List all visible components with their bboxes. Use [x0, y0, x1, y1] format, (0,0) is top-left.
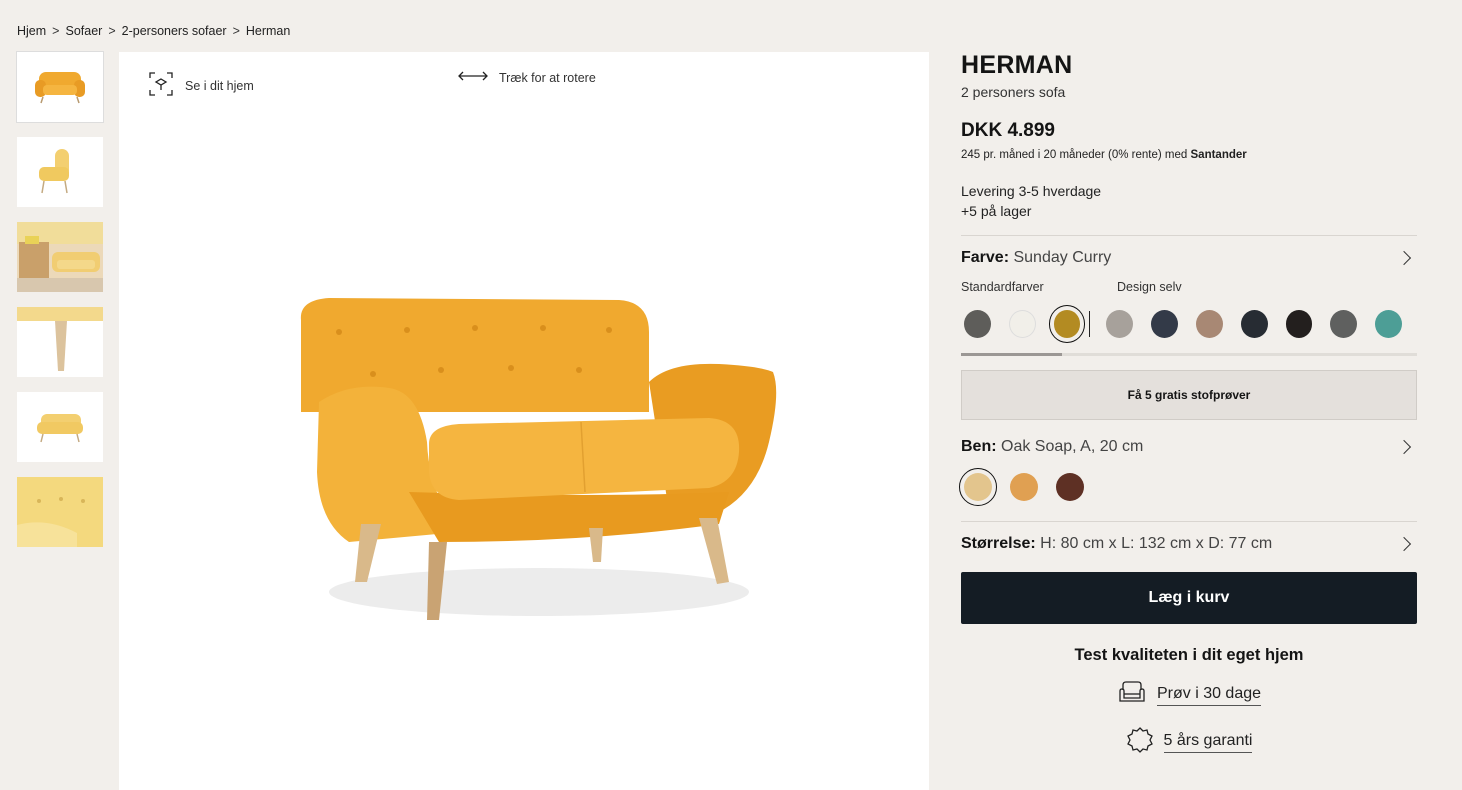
warranty-perk: 5 års garanti: [961, 726, 1417, 759]
trial-perk: Prøv i 30 dage: [961, 680, 1417, 711]
stock-status: +5 på lager: [961, 202, 1032, 219]
free-samples-button[interactable]: Få 5 gratis stofprøver: [961, 369, 1417, 420]
thumbnail-strip: [16, 51, 104, 547]
chevron-right-icon: [1396, 439, 1412, 454]
breadcrumb-current: Herman: [245, 24, 291, 38]
armchair-icon: [1117, 680, 1147, 711]
financing-info: 245 pr. måned i 20 måneder (0% rente) me…: [961, 149, 1417, 161]
swatch-scrollbar[interactable]: [961, 352, 1417, 356]
breadcrumb-2-seater-sofas[interactable]: 2-personers sofaer: [122, 24, 227, 38]
size-option-row[interactable]: Størrelse: H: 80 cm x L: 132 cm x D: 77 …: [961, 522, 1417, 566]
size-option-value: H: 80 cm x L: 132 cm x D: 77 cm: [1040, 534, 1273, 552]
breadcrumb: Hjem > Sofaer > 2-personers sofaer > Her…: [17, 24, 290, 38]
breadcrumb-home[interactable]: Hjem: [17, 24, 46, 38]
leg-swatch[interactable]: [1056, 472, 1084, 501]
color-swatch-list: [961, 304, 1417, 343]
leg-swatch[interactable]: [1010, 472, 1038, 501]
swatch-scrollbar-thumb[interactable]: [961, 352, 1062, 356]
color-swatch[interactable]: [1008, 309, 1036, 338]
leg-swatch-selected[interactable]: [959, 467, 997, 506]
financing-partner: Santander: [1190, 148, 1247, 161]
view-in-home-label: Se i dit hjem: [185, 78, 254, 93]
product-3d-viewer[interactable]: Se i dit hjem Træk for at rotere: [119, 52, 929, 790]
color-option-label: Farve:: [961, 248, 1010, 266]
thumbnail-leg-detail[interactable]: [17, 307, 103, 377]
product-title: HERMAN: [961, 51, 1073, 79]
warranty-link[interactable]: 5 års garanti: [1163, 732, 1253, 753]
color-swatch[interactable]: [1330, 309, 1358, 338]
swatch-group-divider: [1089, 310, 1091, 337]
breadcrumb-separator: >: [108, 24, 116, 38]
financing-text: 245 pr. måned i 20 måneder (0% rente) me…: [961, 148, 1188, 161]
color-swatch[interactable]: [1195, 309, 1223, 338]
thumbnail-angle-view[interactable]: [17, 392, 103, 462]
color-swatch[interactable]: [1285, 309, 1313, 338]
color-swatch-selected[interactable]: [1048, 304, 1086, 343]
color-swatch[interactable]: [1151, 309, 1178, 338]
view-in-home-button[interactable]: Se i dit hjem: [147, 70, 254, 101]
custom-design-heading: Design selv: [1117, 279, 1182, 294]
rotate-hint: Træk for at rotere: [457, 70, 596, 85]
product-subtitle: 2 personers sofa: [961, 83, 1066, 100]
add-to-cart-button[interactable]: Læg i kurv: [961, 571, 1417, 624]
standard-colors-heading: Standardfarver: [961, 279, 1044, 294]
trial-link[interactable]: Prøv i 30 dage: [1156, 685, 1262, 706]
chevron-right-icon: [1396, 536, 1412, 551]
color-swatch[interactable]: [964, 309, 991, 338]
legs-option-value: Oak Soap, A, 20 cm: [1001, 437, 1144, 455]
thumbnail-front-view[interactable]: [16, 51, 104, 123]
product-price: DKK 4.899: [961, 119, 1055, 141]
color-option-row[interactable]: Farve: Sunday Curry: [961, 236, 1417, 280]
quality-heading: Test kvaliteten i dit eget hjem: [1074, 645, 1304, 664]
product-details-panel: HERMAN 2 personers sofa DKK 4.899 245 pr…: [959, 51, 1417, 759]
double-arrow-icon: [457, 70, 489, 85]
sofa-image: [300, 298, 777, 620]
size-option-label: Størrelse:: [961, 534, 1036, 552]
thumbnail-room-view[interactable]: [17, 222, 103, 292]
ar-cube-icon: [147, 70, 175, 101]
thumbnail-side-view[interactable]: [17, 137, 103, 207]
color-swatch[interactable]: [1106, 309, 1134, 338]
chevron-right-icon: [1396, 250, 1412, 265]
legs-option-row[interactable]: Ben: Oak Soap, A, 20 cm: [961, 425, 1417, 469]
legs-option-label: Ben:: [961, 437, 997, 455]
thumbnail-fabric-closeup[interactable]: [17, 477, 103, 547]
swatch-group-headings: Standardfarver Design selv: [961, 280, 1417, 294]
delivery-time: Levering 3-5 hverdage: [961, 182, 1102, 199]
legs-swatch-list: [959, 467, 1417, 506]
breadcrumb-sofas[interactable]: Sofaer: [65, 24, 102, 38]
color-option-value: Sunday Curry: [1013, 248, 1112, 266]
breadcrumb-separator: >: [232, 24, 240, 38]
rotate-hint-label: Træk for at rotere: [499, 70, 596, 85]
breadcrumb-separator: >: [52, 24, 60, 38]
color-swatch[interactable]: [1240, 309, 1268, 338]
badge-seal-icon: [1126, 726, 1154, 759]
color-swatch[interactable]: [1375, 309, 1402, 338]
delivery-info: Levering 3-5 hverdage +5 på lager: [961, 181, 1417, 221]
